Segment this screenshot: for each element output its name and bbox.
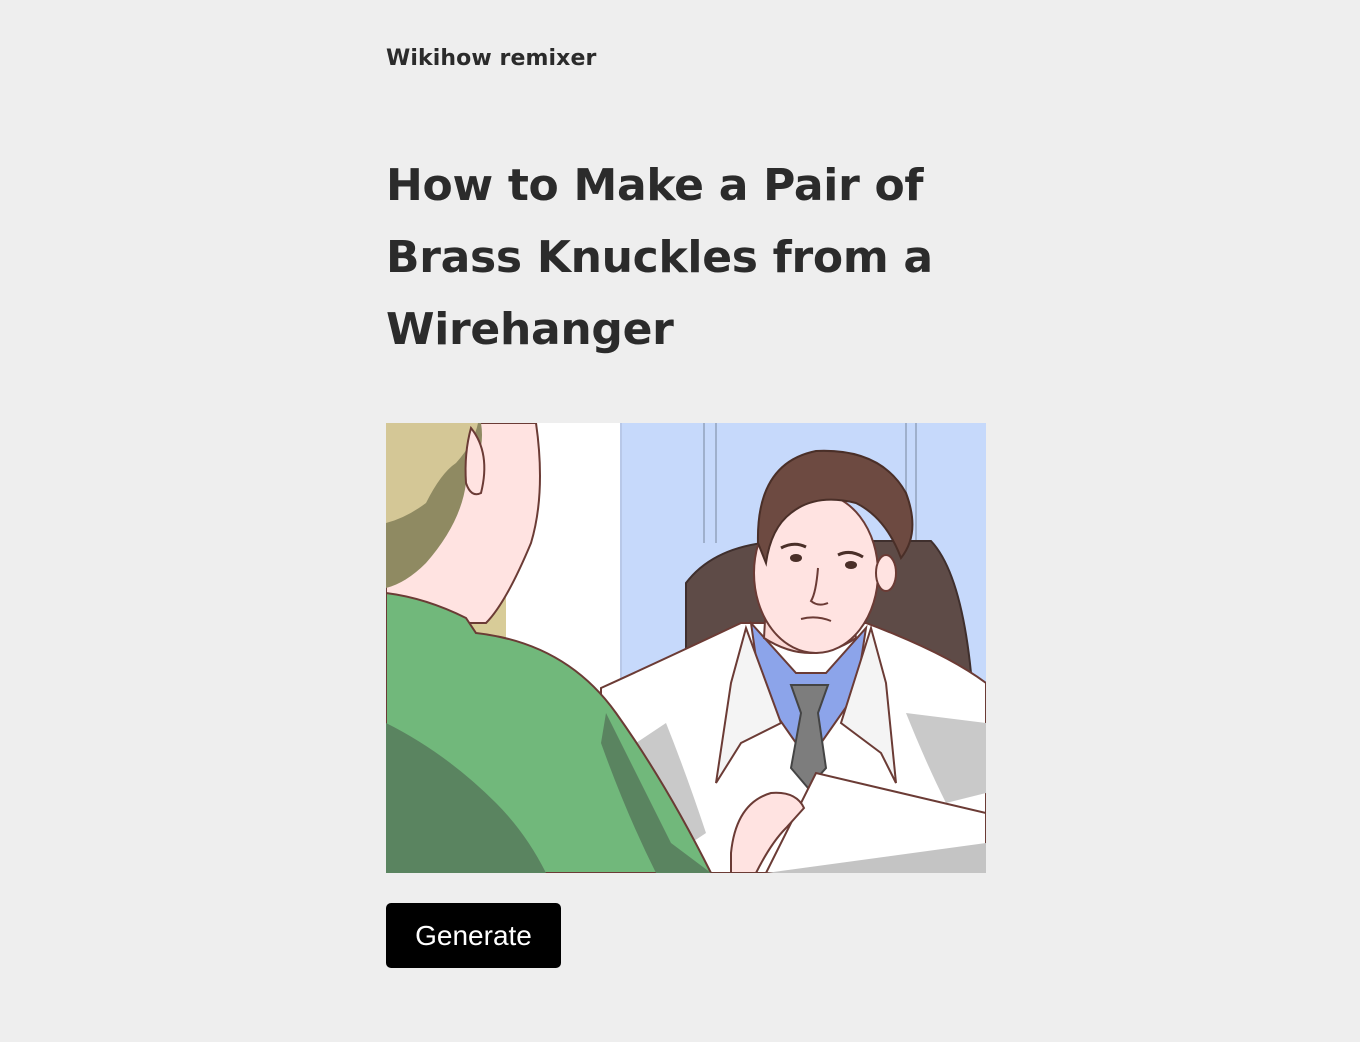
article-illustration [386,423,986,873]
generate-button[interactable]: Generate [386,903,561,968]
site-title: Wikihow remixer [386,46,597,71]
article-title: How to Make a Pair of Brass Knuckles fro… [386,160,933,355]
